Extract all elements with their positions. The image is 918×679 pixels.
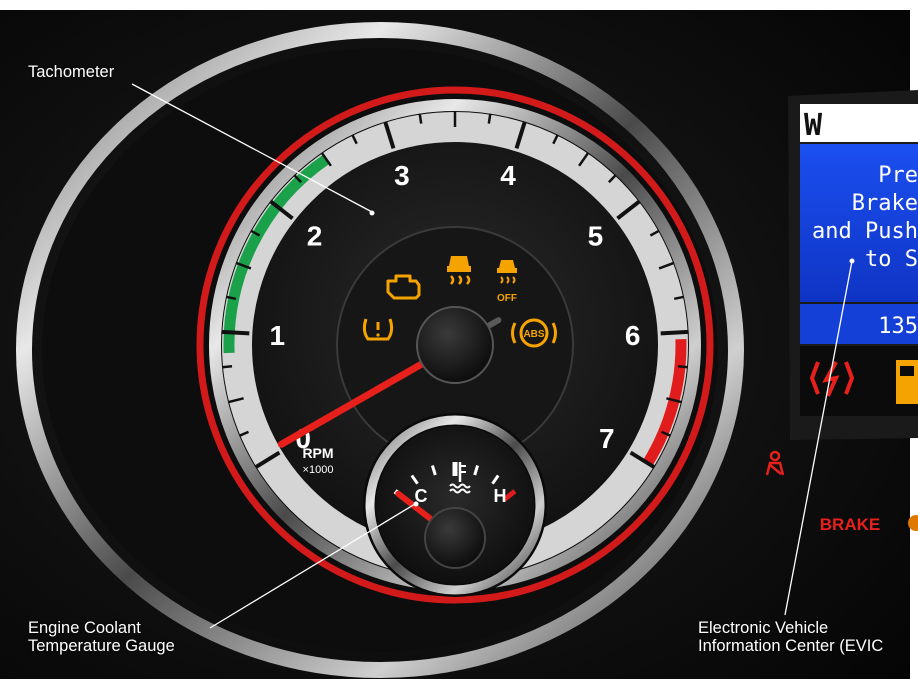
tach-needle-hub: [416, 306, 494, 384]
evic-message-line-2: Brake: [852, 191, 918, 216]
coolant-callout-line-2: Temperature Gauge: [28, 637, 175, 655]
evic-callout-line-2: Information Center (EVIC: [698, 637, 884, 655]
tach-tick: [221, 329, 250, 336]
evic-message-line-4: to S: [865, 247, 918, 272]
tach-tick: [418, 113, 423, 124]
top-border: [0, 0, 918, 10]
evic-callout-line-1: Electronic Vehicle: [698, 619, 829, 637]
tach-tick: [221, 365, 233, 369]
coolant-temperature-gauge: C H: [363, 413, 547, 597]
evic-display: W Pre Brake and Push to S 135: [788, 90, 918, 440]
coolant-leader-dot: [413, 501, 419, 507]
fuel-icon: [896, 360, 918, 404]
coolant-callout-line-1: Engine Coolant: [28, 619, 141, 637]
evic-message-line-3: and Push: [812, 219, 918, 244]
evic-message-line-1: Pre: [878, 163, 918, 188]
tach-numeral-7: 7: [599, 423, 615, 454]
tach-numeral-4: 4: [500, 160, 516, 191]
evic-top-glyph: W: [804, 108, 823, 143]
tach-numeral-3: 3: [394, 160, 410, 191]
rpm-label: RPM: [302, 445, 333, 461]
coolant-needle-hub: [424, 507, 486, 569]
traction-off-label: OFF: [497, 293, 517, 304]
tach-tick: [677, 365, 689, 369]
instrument-cluster: 0123 4567 RPM ×1000 OFF ABS C H W Pre Br…: [0, 0, 918, 679]
tach-numeral-5: 5: [588, 221, 604, 252]
dashboard-photo: 01234567 RPM ×1000 OFF ABS C H W Pre Bra…: [0, 0, 918, 679]
brake-indicator: BRAKE: [820, 515, 880, 534]
tachometer-leader-dot: [369, 210, 375, 216]
abs-label: ABS: [523, 329, 544, 340]
tachometer-callout: Tachometer: [28, 63, 115, 81]
tach-numeral-1: 1: [270, 320, 286, 351]
coolant-hot-label: H: [494, 486, 507, 506]
tach-tick: [660, 329, 689, 336]
tach-numeral-2: 2: [307, 221, 323, 252]
evic-odometer: 135: [878, 314, 918, 339]
rpm-multiplier: ×1000: [303, 464, 334, 476]
tach-numeral-6: 6: [625, 320, 641, 351]
tach-tick: [487, 113, 492, 124]
evic-leader-dot: [849, 258, 855, 264]
